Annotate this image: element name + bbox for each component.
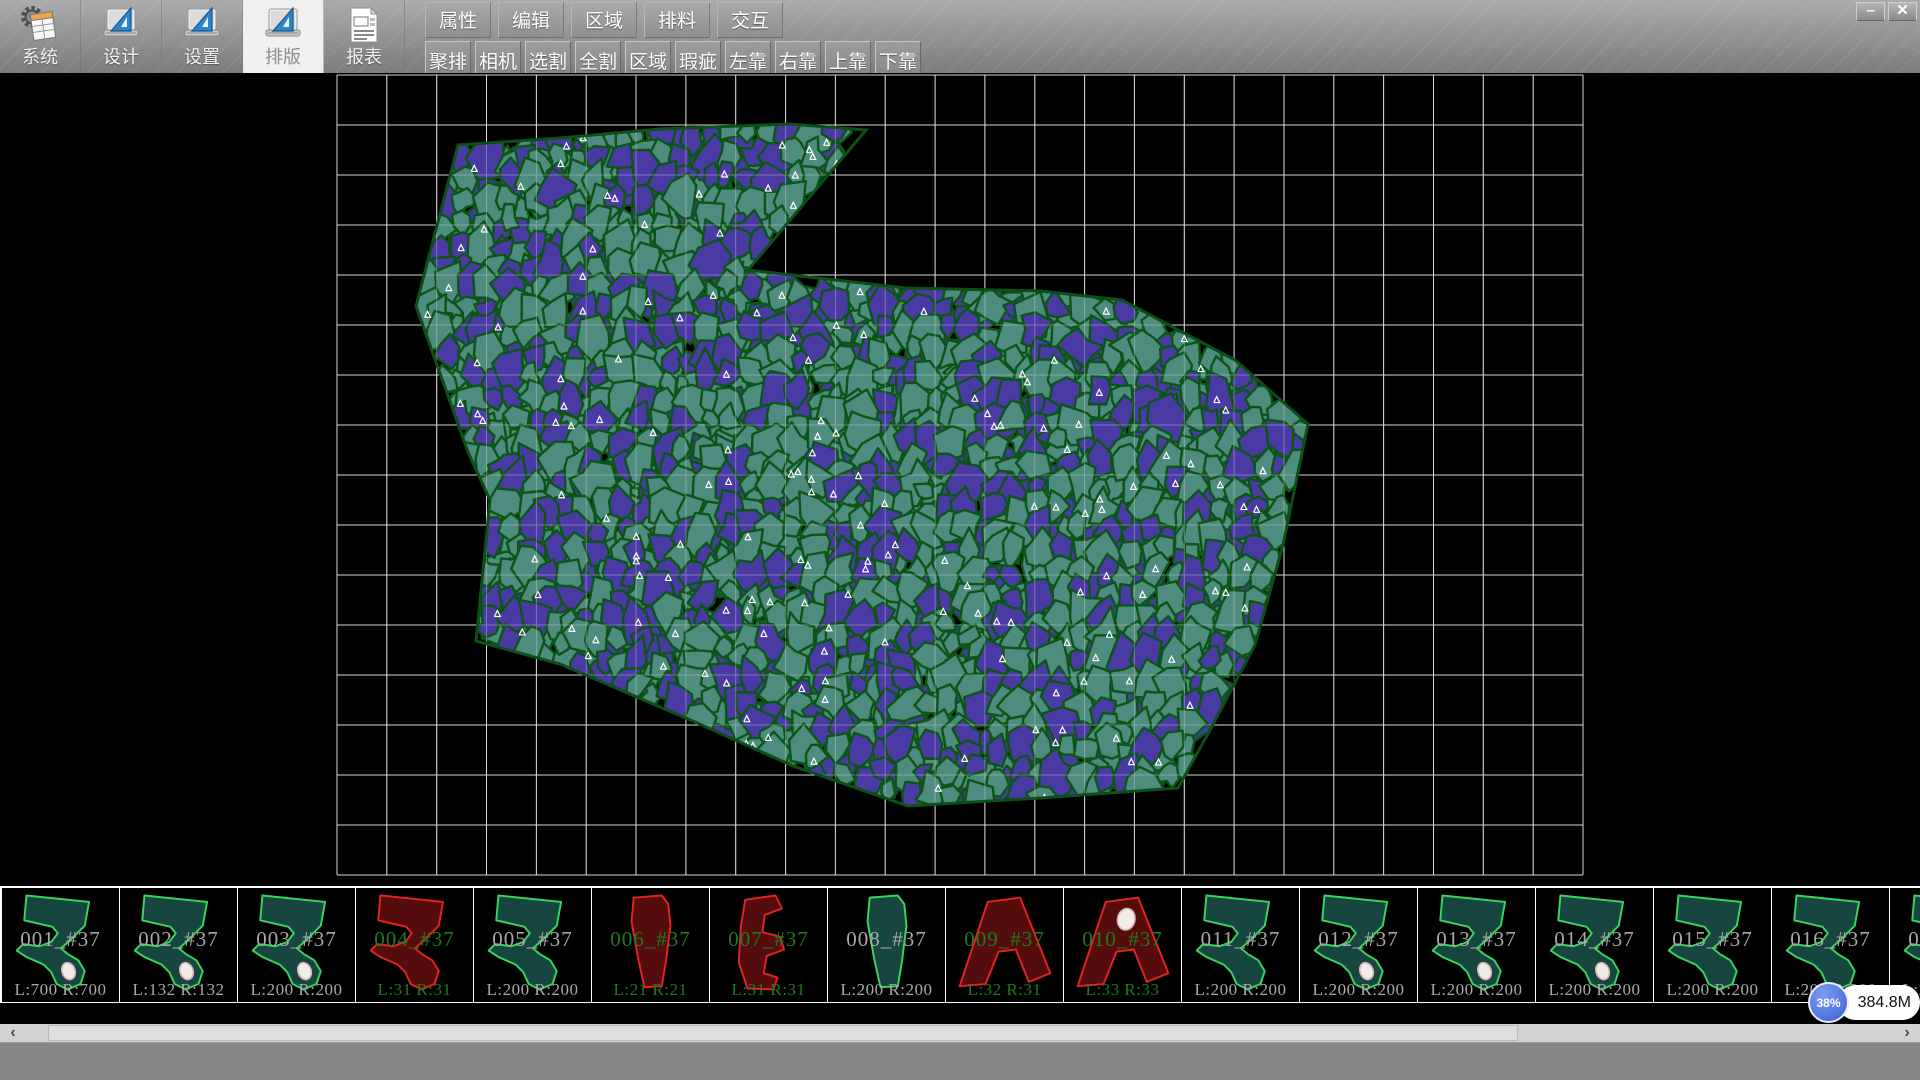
close-button[interactable]: ✕ xyxy=(1888,2,1917,21)
piece-number: 012_#37 xyxy=(1300,927,1417,952)
piece-number: 004_#37 xyxy=(356,927,473,952)
piece-number: 007_#37 xyxy=(710,927,827,952)
piece-number: 013_#37 xyxy=(1418,927,1535,952)
scroll-right-icon: › xyxy=(1904,1025,1909,1041)
piece-number: 011_#37 xyxy=(1182,927,1299,952)
memory-badge: 384.8M xyxy=(1838,985,1920,1020)
piece-thumbnail[interactable]: 015_#37 L:200 R:200 xyxy=(1654,888,1772,1002)
nesting-canvas[interactable] xyxy=(0,73,1920,886)
progress-badge: 38% xyxy=(1808,982,1849,1023)
menubar: 属性编辑区域排料交互 聚排相机选割全割区域瑕疵左靠右靠上靠下靠 xyxy=(425,0,925,81)
piece-thumbnail[interactable]: 001_#37 L:700 R:700 xyxy=(2,888,120,1002)
piece-number: 005_#37 xyxy=(474,927,591,952)
status-bar xyxy=(0,1042,1920,1080)
piece-thumbnail[interactable]: 008_#37 L:200 R:200 xyxy=(828,888,946,1002)
piece-thumbnail[interactable]: 010_#37 L:33 R:33 xyxy=(1064,888,1182,1002)
menu-interact[interactable]: 交互 xyxy=(717,2,783,38)
piece-thumbnail[interactable]: 014_#37 L:200 R:200 xyxy=(1536,888,1654,1002)
piece-counts: L:700 R:700 xyxy=(2,980,119,1000)
close-icon: ✕ xyxy=(1896,3,1909,18)
scroll-left-icon: ‹ xyxy=(10,1025,15,1041)
scroll-right-button[interactable]: › xyxy=(1894,1024,1920,1042)
piece-thumbnail[interactable]: 011_#37 L:200 R:200 xyxy=(1182,888,1300,1002)
piece-counts: L:33 R:33 xyxy=(1064,980,1181,1000)
report-icon xyxy=(343,4,385,46)
application-window: 系统 设计 设置 排版 xyxy=(0,0,1920,1080)
menu-row: 属性编辑区域排料交互 xyxy=(425,2,925,38)
minimize-button[interactable]: – xyxy=(1856,2,1885,21)
piece-thumbnail[interactable]: 003_#37 L:200 R:200 xyxy=(238,888,356,1002)
memory-value: 384.8M xyxy=(1858,994,1911,1012)
piece-number: 003_#37 xyxy=(238,927,355,952)
tab-report[interactable]: 报表 xyxy=(324,0,405,73)
main-tabs: 系统 设计 设置 排版 xyxy=(0,0,405,73)
nested-pieces xyxy=(407,104,1309,820)
piece-number: 002_#37 xyxy=(120,927,237,952)
menu-region[interactable]: 区域 xyxy=(571,2,637,38)
piece-thumbnail[interactable]: 005_#37 L:200 R:200 xyxy=(474,888,592,1002)
tab-system[interactable]: 系统 xyxy=(0,0,81,73)
horizontal-scrollbar[interactable]: ‹ › xyxy=(0,1024,1920,1042)
piece-counts: L:31 R:31 xyxy=(710,980,827,1000)
scrollbar-thumb[interactable] xyxy=(48,1025,1518,1041)
window-controls: – ✕ xyxy=(1856,2,1917,21)
design-ruler-icon xyxy=(100,4,142,46)
tab-label: 系统 xyxy=(22,47,58,67)
progress-value: 38% xyxy=(1816,996,1840,1010)
piece-number: 010_#37 xyxy=(1064,927,1181,952)
piece-counts: L:21 R:21 xyxy=(592,980,709,1000)
piece-thumbnail[interactable]: 004_#37 L:31 R:31 xyxy=(356,888,474,1002)
piece-thumbnail[interactable]: 013_#37 L:200 R:200 xyxy=(1418,888,1536,1002)
tab-label: 报表 xyxy=(346,47,382,67)
piece-thumbnail[interactable]: 002_#37 L:132 R:132 xyxy=(120,888,238,1002)
piece-thumbnail[interactable]: 009_#37 L:32 R:31 xyxy=(946,888,1064,1002)
piece-number: 001_#37 xyxy=(2,927,119,952)
piece-number: 017_#37 xyxy=(1890,927,1920,952)
piece-thumbnail[interactable]: 006_#37 L:21 R:21 xyxy=(592,888,710,1002)
menu-edit[interactable]: 编辑 xyxy=(498,2,564,38)
tab-settings[interactable]: 设置 xyxy=(162,0,243,73)
tab-label: 设置 xyxy=(184,47,220,67)
tab-layout[interactable]: 排版 xyxy=(243,0,324,73)
minimize-icon: – xyxy=(1866,3,1874,18)
piece-counts: L:200 R:200 xyxy=(1654,980,1771,1000)
piece-number: 006_#37 xyxy=(592,927,709,952)
menu-properties[interactable]: 属性 xyxy=(425,2,491,38)
piece-number: 008_#37 xyxy=(828,927,945,952)
piece-counts: L:200 R:200 xyxy=(828,980,945,1000)
hide-nesting-view xyxy=(0,73,1920,886)
piece-counts: L:200 R:200 xyxy=(1418,980,1535,1000)
piece-counts: L:132 R:132 xyxy=(120,980,237,1000)
piece-counts: L:200 R:200 xyxy=(238,980,355,1000)
piece-thumbnail[interactable]: 007_#37 L:31 R:31 xyxy=(710,888,828,1002)
menu-nesting[interactable]: 排料 xyxy=(644,2,710,38)
scroll-left-button[interactable]: ‹ xyxy=(0,1024,26,1042)
pieces-strip: 001_#37 L:700 R:700 002_#37 L:132 R:132 … xyxy=(0,886,1920,1003)
piece-counts: L:200 R:200 xyxy=(474,980,591,1000)
piece-counts: L:200 R:200 xyxy=(1300,980,1417,1000)
piece-counts: L:31 R:31 xyxy=(356,980,473,1000)
design-ruler-icon xyxy=(181,4,223,46)
piece-number: 014_#37 xyxy=(1536,927,1653,952)
tab-label: 设计 xyxy=(103,47,139,67)
tab-design[interactable]: 设计 xyxy=(81,0,162,73)
toolbar: 系统 设计 设置 排版 xyxy=(0,0,1920,73)
piece-number: 016_#37 xyxy=(1772,927,1889,952)
piece-thumbnail[interactable]: 012_#37 L:200 R:200 xyxy=(1300,888,1418,1002)
tab-label: 排版 xyxy=(265,47,301,67)
piece-number: 015_#37 xyxy=(1654,927,1771,952)
piece-counts: L:32 R:31 xyxy=(946,980,1063,1000)
piece-counts: L:200 R:200 xyxy=(1182,980,1299,1000)
design-ruler-icon xyxy=(262,4,304,46)
piece-counts: L:200 R:200 xyxy=(1536,980,1653,1000)
gear-table-icon xyxy=(19,4,61,46)
piece-number: 009_#37 xyxy=(946,927,1063,952)
